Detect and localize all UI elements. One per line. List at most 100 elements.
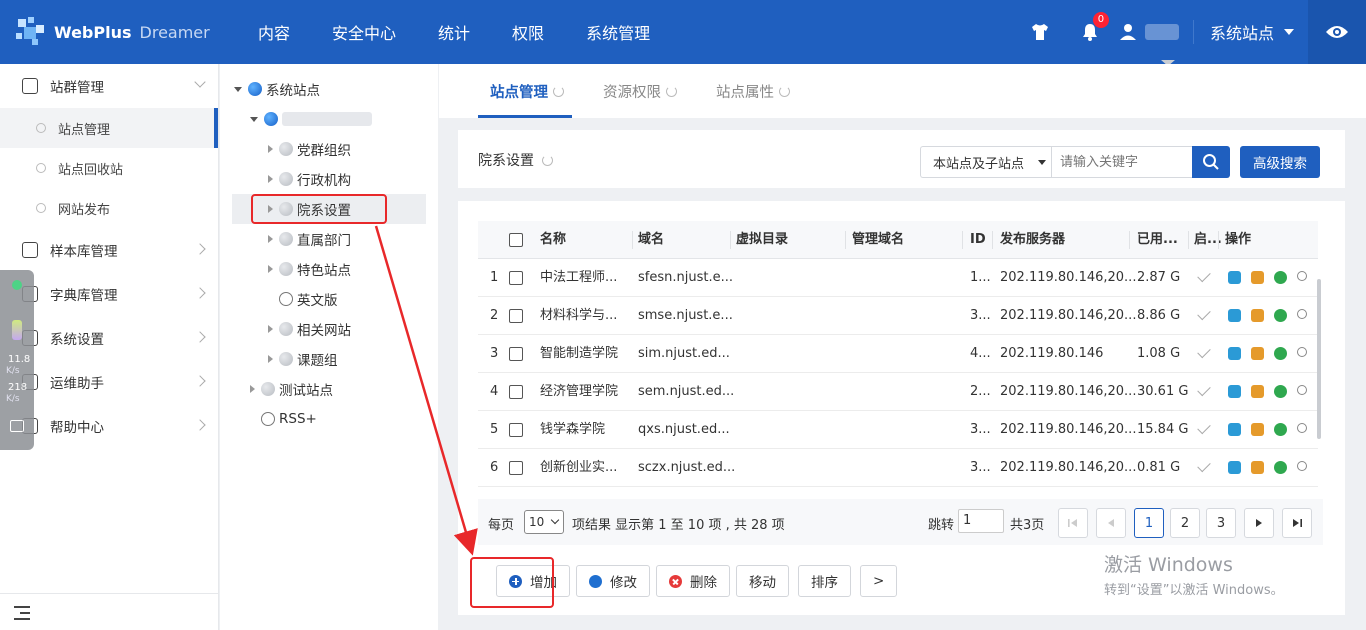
table-row[interactable] (478, 487, 1318, 499)
globe-publish-icon[interactable] (1274, 347, 1287, 360)
search-button[interactable] (1192, 146, 1230, 178)
table-row[interactable]: 5 钱学森学院 qxs.njust.ed... 3... 202.119.80.146,… (478, 411, 1318, 449)
page-icon[interactable] (1228, 347, 1241, 360)
users-icon[interactable] (1251, 461, 1264, 474)
globe-publish-icon[interactable] (1274, 461, 1287, 474)
users-icon[interactable] (1251, 423, 1264, 436)
page-icon[interactable] (1228, 385, 1241, 398)
preview-button[interactable] (1308, 0, 1366, 64)
search-detail-icon[interactable] (1297, 309, 1307, 319)
col-vdir[interactable]: 虚拟目录 (736, 221, 788, 259)
row-checkbox[interactable] (509, 423, 523, 437)
tree-node-featured[interactable]: 特色站点 (268, 254, 351, 284)
row-checkbox[interactable] (509, 461, 523, 475)
col-admin-domain[interactable]: 管理域名 (852, 221, 904, 259)
prev-page-button[interactable] (1096, 508, 1126, 538)
sort-button[interactable]: 排序 (798, 565, 851, 597)
col-server[interactable]: 发布服务器 (1000, 221, 1065, 259)
page-icon[interactable] (1228, 423, 1241, 436)
advanced-search-button[interactable]: 高级搜索 (1240, 146, 1320, 178)
sidebar-item-site-manage[interactable]: 站点管理 (0, 108, 218, 148)
col-domain[interactable]: 域名 (638, 221, 664, 259)
sidebar-item-recycle[interactable]: 站点回收站 (0, 148, 218, 188)
menu-sites[interactable]: 站群管理 (0, 64, 218, 108)
row-checkbox[interactable] (509, 385, 523, 399)
search-detail-icon[interactable] (1297, 423, 1307, 433)
search-input[interactable] (1051, 146, 1193, 178)
refresh-icon[interactable] (779, 85, 790, 97)
enabled-check-icon[interactable] (1197, 458, 1211, 473)
page-icon[interactable] (1228, 309, 1241, 322)
tree-node-english[interactable]: 英文版 (268, 284, 338, 314)
tree-node-related[interactable]: 相关网站 (268, 314, 351, 344)
jump-input[interactable]: 1 (958, 509, 1004, 533)
enabled-check-icon[interactable] (1197, 344, 1211, 359)
tree-node-school[interactable] (250, 104, 372, 134)
page-3-button[interactable]: 3 (1206, 508, 1236, 538)
globe-publish-icon[interactable] (1274, 385, 1287, 398)
skin-icon[interactable] (1030, 22, 1050, 42)
users-icon[interactable] (1251, 347, 1264, 360)
edit-button[interactable]: 修改 (576, 565, 650, 597)
tree-node-research[interactable]: 课题组 (268, 344, 338, 374)
globe-publish-icon[interactable] (1274, 271, 1287, 284)
tree-node-rss[interactable]: RSS+ (250, 404, 317, 434)
nav-content[interactable]: 内容 (258, 20, 290, 44)
table-row[interactable]: 6 创新创业实... sczx.njust.ed... 3... 202.119.80.… (478, 449, 1318, 487)
search-detail-icon[interactable] (1297, 347, 1307, 357)
search-detail-icon[interactable] (1297, 271, 1307, 281)
menu-sample[interactable]: 样本库管理 (0, 228, 218, 272)
enabled-check-icon[interactable] (1197, 268, 1211, 283)
table-row[interactable]: 2 材料科学与... smse.njust.e... 3... 202.119.80.1… (478, 297, 1318, 335)
sidebar-item-publish[interactable]: 网站发布 (0, 188, 218, 228)
page-size-select[interactable]: 10 (524, 510, 564, 534)
page-icon[interactable] (1228, 461, 1241, 474)
nav-security[interactable]: 安全中心 (332, 20, 396, 44)
delete-button[interactable]: 删除 (656, 565, 730, 597)
enabled-check-icon[interactable] (1197, 420, 1211, 435)
row-checkbox[interactable] (509, 347, 523, 361)
tab-resource-perm[interactable]: 资源权限 (603, 64, 677, 118)
col-id[interactable]: ID (970, 221, 986, 259)
row-checkbox[interactable] (509, 309, 523, 323)
users-icon[interactable] (1251, 309, 1264, 322)
users-icon[interactable] (1251, 271, 1264, 284)
nav-stats[interactable]: 统计 (438, 20, 470, 44)
select-all-checkbox[interactable] (509, 233, 523, 247)
page-icon[interactable] (1228, 271, 1241, 284)
col-used[interactable]: 已用... (1137, 221, 1178, 259)
table-row[interactable]: 1 中法工程师... sfesn.njust.e... 1... 202.119.80.… (478, 259, 1318, 297)
site-selector[interactable]: 系统站点 (1192, 20, 1294, 44)
row-checkbox[interactable] (509, 271, 523, 285)
tree-node-root[interactable]: 系统站点 (234, 74, 320, 104)
nav-system[interactable]: 系统管理 (586, 20, 650, 44)
first-page-button[interactable] (1058, 508, 1088, 538)
enabled-check-icon[interactable] (1197, 382, 1211, 397)
globe-publish-icon[interactable] (1274, 423, 1287, 436)
network-speed-widget[interactable]: 11.8 K/s 218 K/s (0, 270, 34, 450)
tree-node-party[interactable]: 党群组织 (268, 134, 351, 164)
more-button[interactable]: > (860, 565, 898, 597)
move-button[interactable]: 移动 (736, 565, 789, 597)
tab-site-props[interactable]: 站点属性 (716, 64, 790, 118)
tree-node-direct[interactable]: 直属部门 (268, 224, 351, 254)
col-name[interactable]: 名称 (540, 221, 566, 259)
table-row[interactable]: 4 经济管理学院 sem.njust.ed... 2... 202.119.80.146… (478, 373, 1318, 411)
next-page-button[interactable] (1244, 508, 1274, 538)
refresh-icon[interactable] (666, 85, 677, 97)
refresh-icon[interactable] (542, 154, 553, 166)
enabled-check-icon[interactable] (1197, 306, 1211, 321)
scrollbar[interactable] (1317, 279, 1321, 439)
table-row[interactable]: 3 智能制造学院 sim.njust.ed... 4... 202.119.80.146… (478, 335, 1318, 373)
globe-publish-icon[interactable] (1274, 309, 1287, 322)
search-detail-icon[interactable] (1297, 385, 1307, 395)
page-1-button[interactable]: 1 (1134, 508, 1164, 538)
tab-site-manage[interactable]: 站点管理 (478, 64, 572, 118)
last-page-button[interactable] (1282, 508, 1312, 538)
search-detail-icon[interactable] (1297, 461, 1307, 471)
scope-select[interactable]: 本站点及子站点 (920, 146, 1052, 178)
bell-icon[interactable]: 0 (1080, 12, 1109, 42)
refresh-icon[interactable] (553, 85, 564, 97)
page-2-button[interactable]: 2 (1170, 508, 1200, 538)
user-menu[interactable] (1119, 23, 1179, 41)
